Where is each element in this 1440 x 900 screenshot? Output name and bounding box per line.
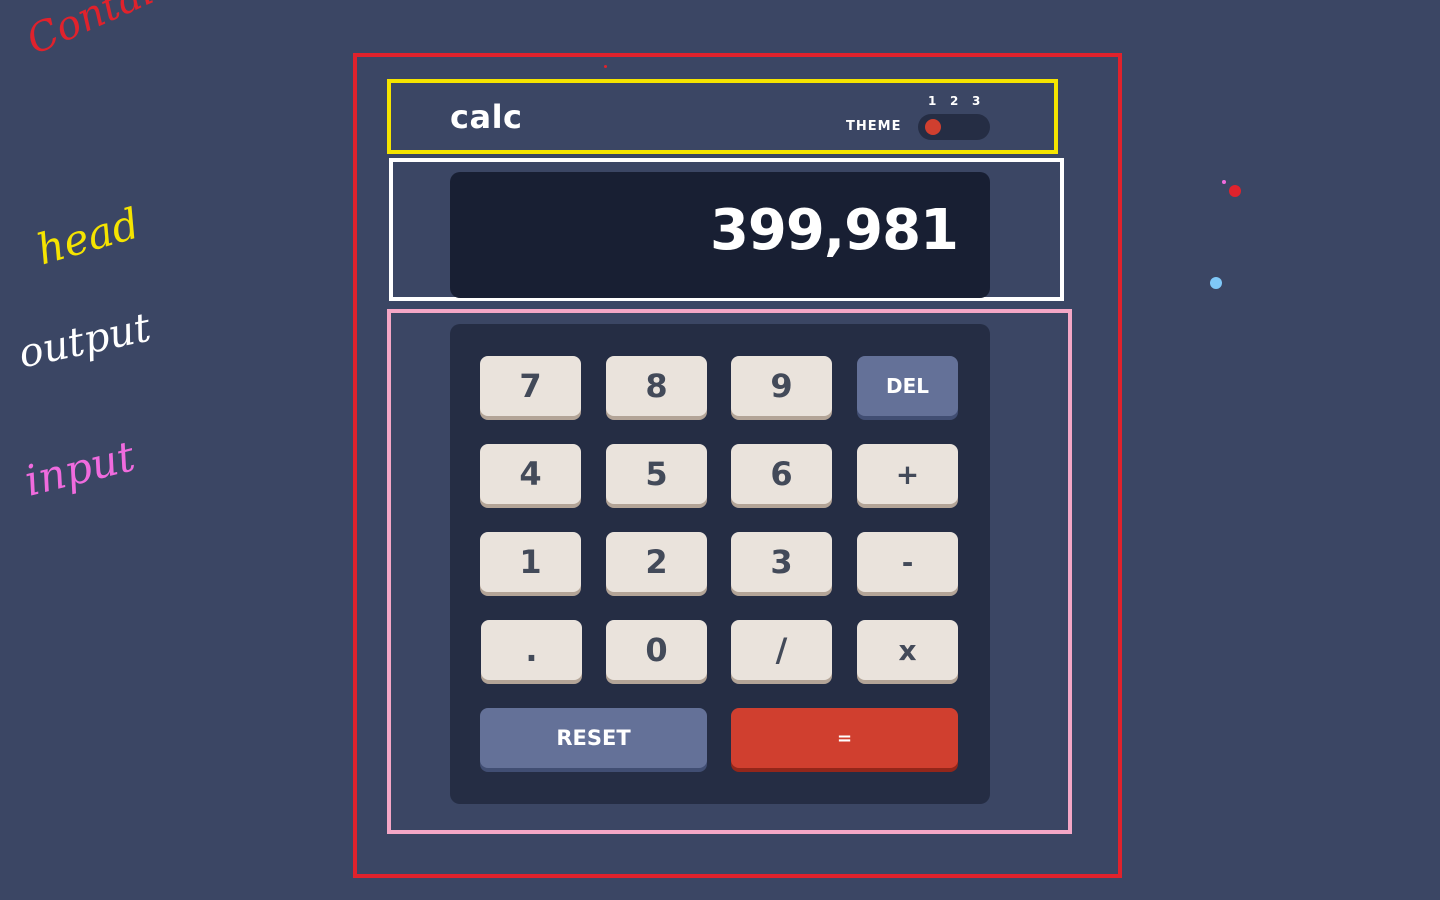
red-dot	[1229, 185, 1241, 197]
subtract-button[interactable]: -	[857, 532, 958, 592]
theme-label: THEME	[846, 119, 902, 134]
divide-button[interactable]: /	[731, 620, 832, 680]
container-annotation-label: Container	[20, 0, 223, 65]
head-annotation-label: head	[31, 198, 145, 275]
blue-dot	[1210, 277, 1222, 289]
input-annotation-label: input	[19, 431, 140, 506]
key-9[interactable]: 9	[731, 356, 832, 416]
add-button[interactable]: +	[857, 444, 958, 504]
reset-button[interactable]: RESET	[480, 708, 707, 768]
theme-toggle-knob[interactable]	[925, 119, 941, 135]
theme-option-1[interactable]: 1	[928, 94, 936, 108]
multiply-button[interactable]: x	[857, 620, 958, 680]
delete-button[interactable]: DEL	[857, 356, 958, 416]
key-5[interactable]: 5	[606, 444, 707, 504]
calculator-display: 399,981	[450, 172, 990, 298]
red-speck	[604, 65, 607, 68]
app-logo: calc	[450, 98, 523, 136]
pink-dot	[1222, 180, 1226, 184]
key-7[interactable]: 7	[480, 356, 581, 416]
key-4[interactable]: 4	[480, 444, 581, 504]
theme-option-3[interactable]: 3	[972, 94, 980, 108]
key-2[interactable]: 2	[606, 532, 707, 592]
key-3[interactable]: 3	[731, 532, 832, 592]
decimal-button[interactable]: .	[481, 620, 582, 680]
key-6[interactable]: 6	[731, 444, 832, 504]
output-annotation-label: output	[14, 304, 155, 378]
key-1[interactable]: 1	[480, 532, 581, 592]
key-0[interactable]: 0	[606, 620, 707, 680]
key-8[interactable]: 8	[606, 356, 707, 416]
display-value: 399,981	[709, 198, 959, 263]
keypad: 7 8 9 DEL 4 5 6 + 1 2 3 - . 0 / x RESET …	[450, 324, 990, 804]
equals-button[interactable]: =	[731, 708, 958, 768]
theme-option-2[interactable]: 2	[950, 94, 958, 108]
